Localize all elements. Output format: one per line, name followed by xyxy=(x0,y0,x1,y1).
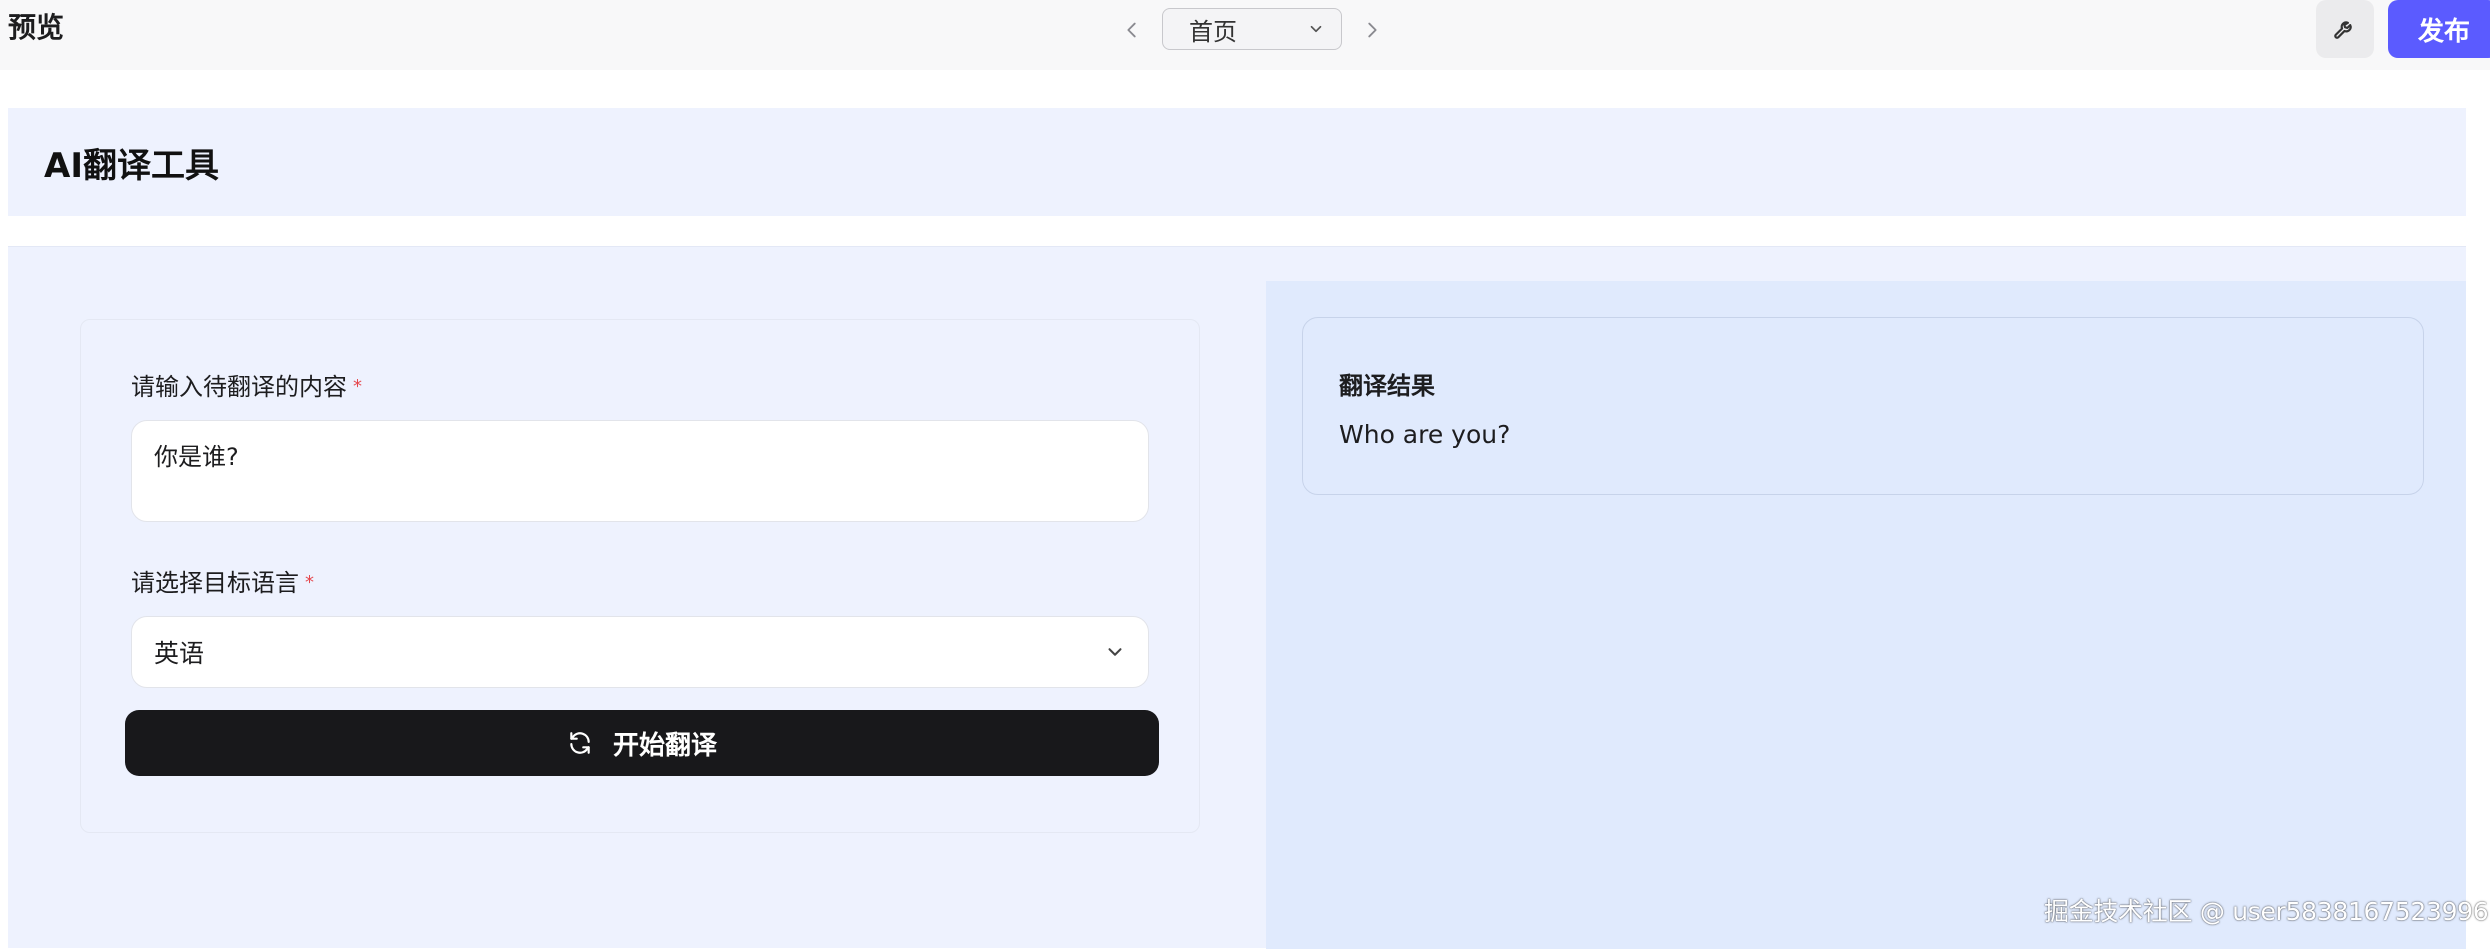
required-mark: * xyxy=(353,376,362,397)
content-field-label: 请输入待翻译的内容 * xyxy=(131,372,362,402)
page-select[interactable]: 首页 xyxy=(1162,8,1342,50)
wrench-icon xyxy=(2334,21,2352,39)
content-input[interactable]: 你是谁? xyxy=(131,420,1149,522)
watermark: 掘金技术社区 @ user5838167523996 xyxy=(2044,897,2489,926)
translation-form: 请输入待翻译的内容 * 你是谁? 请选择目标语言 * 英语 开始翻译 xyxy=(80,319,1200,833)
chevron-right-icon xyxy=(1368,22,1377,38)
language-field-label: 请选择目标语言 * xyxy=(131,568,314,598)
chevron-down-icon xyxy=(1108,648,1122,656)
app-title: AI翻译工具 xyxy=(44,146,219,186)
header-panel: AI翻译工具 xyxy=(8,108,2466,216)
start-translate-button[interactable]: 开始翻译 xyxy=(125,710,1159,776)
result-card: 翻译结果 Who are you? xyxy=(1302,317,2424,495)
result-title: 翻译结果 xyxy=(1339,372,1435,400)
language-select[interactable]: 英语 xyxy=(131,616,1149,688)
result-area: 翻译结果 Who are you? xyxy=(1266,281,2466,949)
language-select-value: 英语 xyxy=(154,639,205,668)
refresh-icon xyxy=(570,732,590,754)
start-translate-label: 开始翻译 xyxy=(612,729,717,760)
main-panel: 请输入待翻译的内容 * 你是谁? 请选择目标语言 * 英语 开始翻译 翻译结果 Wh… xyxy=(8,246,2466,949)
language-label-text: 请选择目标语言 xyxy=(131,569,299,597)
preview-title: 预览 xyxy=(8,11,65,44)
content-label-text: 请输入待翻译的内容 xyxy=(131,373,347,401)
page-select-value: 首页 xyxy=(1189,17,1237,46)
required-mark: * xyxy=(305,572,314,593)
prev-page-button[interactable] xyxy=(1112,12,1152,48)
result-text: Who are you? xyxy=(1339,420,1511,449)
publish-button[interactable]: 发布 xyxy=(2388,0,2490,58)
settings-button[interactable] xyxy=(2316,0,2374,58)
chevron-left-icon xyxy=(1127,22,1136,38)
next-page-button[interactable] xyxy=(1352,12,1392,48)
chevron-down-icon xyxy=(1310,25,1322,33)
top-bar: 预览 首页 发布 xyxy=(0,0,2490,70)
